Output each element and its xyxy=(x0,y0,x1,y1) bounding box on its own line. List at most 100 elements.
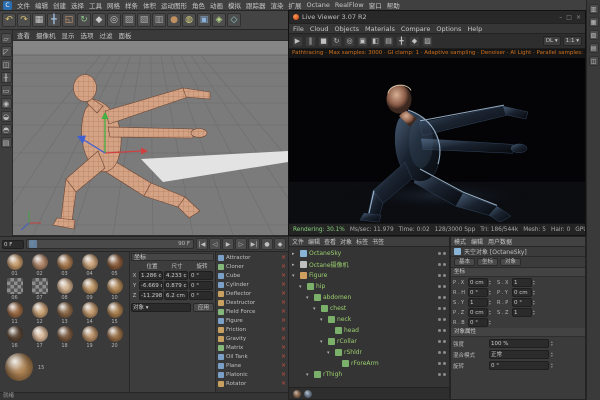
move-icon[interactable]: ╋ xyxy=(47,13,61,27)
window-button[interactable]: □ xyxy=(566,14,572,21)
palette-item[interactable]: Attractor × xyxy=(218,253,286,262)
coordinate-value-field[interactable]: 0 ° xyxy=(512,298,532,307)
palette-item[interactable]: Friction × xyxy=(218,325,286,334)
lv-play-icon[interactable]: ▶ xyxy=(292,36,303,47)
stepper-icon[interactable]: ▴▾ xyxy=(551,341,553,347)
app-logo-icon[interactable]: C xyxy=(3,1,12,10)
live-viewer-menu-item[interactable]: Objects xyxy=(334,25,359,33)
attribute-tab[interactable]: 坐标 xyxy=(477,258,498,266)
expand-arrow-icon[interactable]: ▾ xyxy=(313,306,319,312)
material-thumbnail[interactable] xyxy=(57,254,73,270)
menu-item[interactable]: 跟踪器 xyxy=(246,0,266,10)
lv-lock-resolution-icon[interactable]: ╋ xyxy=(396,36,407,47)
material-thumbnail[interactable] xyxy=(82,302,98,318)
palette-item[interactable]: Cloner × xyxy=(218,262,286,271)
material-item[interactable]: 05 xyxy=(102,254,127,278)
selected-material-thumbnail[interactable] xyxy=(5,353,33,381)
render-dot-icon[interactable] xyxy=(443,285,446,288)
tree-row[interactable]: ▸ OctaneSky xyxy=(289,248,449,259)
pen-tool-icon[interactable]: ▱ xyxy=(1,33,12,44)
stepper-icon[interactable]: ▴▾ xyxy=(489,320,491,326)
palette-item[interactable]: Matrix × xyxy=(218,343,286,352)
menu-item[interactable]: 样条 xyxy=(125,0,138,10)
material-item[interactable]: 16 xyxy=(2,326,27,350)
material-item[interactable]: 04 xyxy=(77,254,102,278)
remove-icon[interactable]: × xyxy=(281,353,286,360)
coord-system-icon[interactable]: ◎ xyxy=(107,13,121,27)
palette-item[interactable]: Rotator × xyxy=(218,379,286,388)
visibility-dot-icon[interactable] xyxy=(438,373,441,376)
live-viewer-menu-item[interactable]: Cloud xyxy=(310,25,329,33)
visibility-dot-icon[interactable] xyxy=(438,285,441,288)
live-viewer-menu-item[interactable]: File xyxy=(293,25,304,33)
size-field[interactable]: 4.233 cm xyxy=(164,271,188,280)
remove-icon[interactable]: × xyxy=(281,281,286,288)
render-dot-icon[interactable] xyxy=(443,263,446,266)
visibility-dot-icon[interactable] xyxy=(438,351,441,354)
visibility-toggles[interactable] xyxy=(438,252,449,255)
viewport-menu-item[interactable]: 面板 xyxy=(119,30,132,40)
remove-icon[interactable]: × xyxy=(281,317,286,324)
lv-focus-picker-icon[interactable]: ◎ xyxy=(344,36,355,47)
rotation-field[interactable]: 0 ° xyxy=(189,281,213,290)
visibility-toggles[interactable] xyxy=(438,263,449,266)
sculpt-icon[interactable]: ◸ xyxy=(1,46,12,57)
lv-material-picker-icon[interactable]: ▣ xyxy=(357,36,368,47)
material-item[interactable]: 12 xyxy=(27,302,52,326)
palette-item[interactable]: Plane × xyxy=(218,361,286,370)
menu-item[interactable]: Octane xyxy=(307,1,330,9)
menu-item[interactable]: 帮助 xyxy=(387,0,400,10)
render-dot-icon[interactable] xyxy=(443,351,446,354)
lv-render-region-icon[interactable]: ◧ xyxy=(370,36,381,47)
material-icon[interactable]: ● xyxy=(167,13,181,27)
stepper-icon[interactable]: ▴▾ xyxy=(489,290,491,296)
expand-arrow-icon[interactable]: ▸ xyxy=(292,251,298,257)
viewport-menu-item[interactable]: 选项 xyxy=(81,30,94,40)
palette-item[interactable]: Figure × xyxy=(218,316,286,325)
material-thumbnail[interactable] xyxy=(7,278,23,294)
last-tool-icon[interactable]: ◆ xyxy=(92,13,106,27)
remove-icon[interactable]: × xyxy=(281,263,286,270)
expand-arrow-icon[interactable]: ▾ xyxy=(299,284,305,290)
visibility-toggles[interactable] xyxy=(438,373,449,376)
selected-material[interactable]: 15 xyxy=(2,353,127,381)
position-field[interactable]: 1.286 cm xyxy=(139,271,163,280)
remove-icon[interactable]: × xyxy=(281,380,286,387)
material-thumbnail[interactable] xyxy=(107,326,123,342)
visibility-toggles[interactable] xyxy=(438,274,449,277)
visibility-dot-icon[interactable] xyxy=(438,263,441,266)
material-thumbnail[interactable] xyxy=(107,254,123,270)
visibility-dot-icon[interactable] xyxy=(438,274,441,277)
material-item[interactable]: 18 xyxy=(52,326,77,350)
render-view-icon[interactable]: ▨ xyxy=(122,13,136,27)
visibility-toggles[interactable] xyxy=(438,285,449,288)
mograph-icon[interactable]: ◇ xyxy=(227,13,241,27)
material-item[interactable]: 11 xyxy=(2,302,27,326)
expand-arrow-icon[interactable]: ▾ xyxy=(320,339,326,345)
visibility-dot-icon[interactable] xyxy=(438,340,441,343)
expand-arrow-icon[interactable]: ▾ xyxy=(327,350,333,356)
expand-arrow-icon[interactable]: ▾ xyxy=(306,295,312,301)
material-item[interactable]: 01 xyxy=(2,254,27,278)
material-thumbnail[interactable] xyxy=(107,278,123,294)
layout-render-icon[interactable]: ▤ xyxy=(589,43,599,53)
viewport-menu-item[interactable]: 显示 xyxy=(62,30,75,40)
current-frame-field[interactable]: 0 F xyxy=(2,240,24,249)
palette-item[interactable]: Oil Tank × xyxy=(218,352,286,361)
perspective-viewport[interactable] xyxy=(13,41,288,235)
primitive-cube-icon[interactable]: ▣ xyxy=(197,13,211,27)
coordinate-value-field[interactable]: 1 xyxy=(512,278,532,287)
remove-icon[interactable]: × xyxy=(281,344,286,351)
visibility-toggles[interactable] xyxy=(438,318,449,321)
playhead[interactable] xyxy=(29,240,37,248)
stepper-icon[interactable]: ▴▾ xyxy=(533,310,535,316)
material-item[interactable]: 10 xyxy=(102,278,127,302)
render-canvas[interactable] xyxy=(289,58,585,223)
scale-icon[interactable]: ◱ xyxy=(62,13,76,27)
visibility-toggles[interactable] xyxy=(438,307,449,310)
stepper-icon[interactable]: ▴▾ xyxy=(533,300,535,306)
menu-item[interactable]: 编辑 xyxy=(35,0,48,10)
stepper-icon[interactable]: ▴▾ xyxy=(551,363,553,369)
property-value-field[interactable]: 100 % xyxy=(489,339,549,348)
attribute-tab[interactable]: 基本 xyxy=(454,258,475,266)
